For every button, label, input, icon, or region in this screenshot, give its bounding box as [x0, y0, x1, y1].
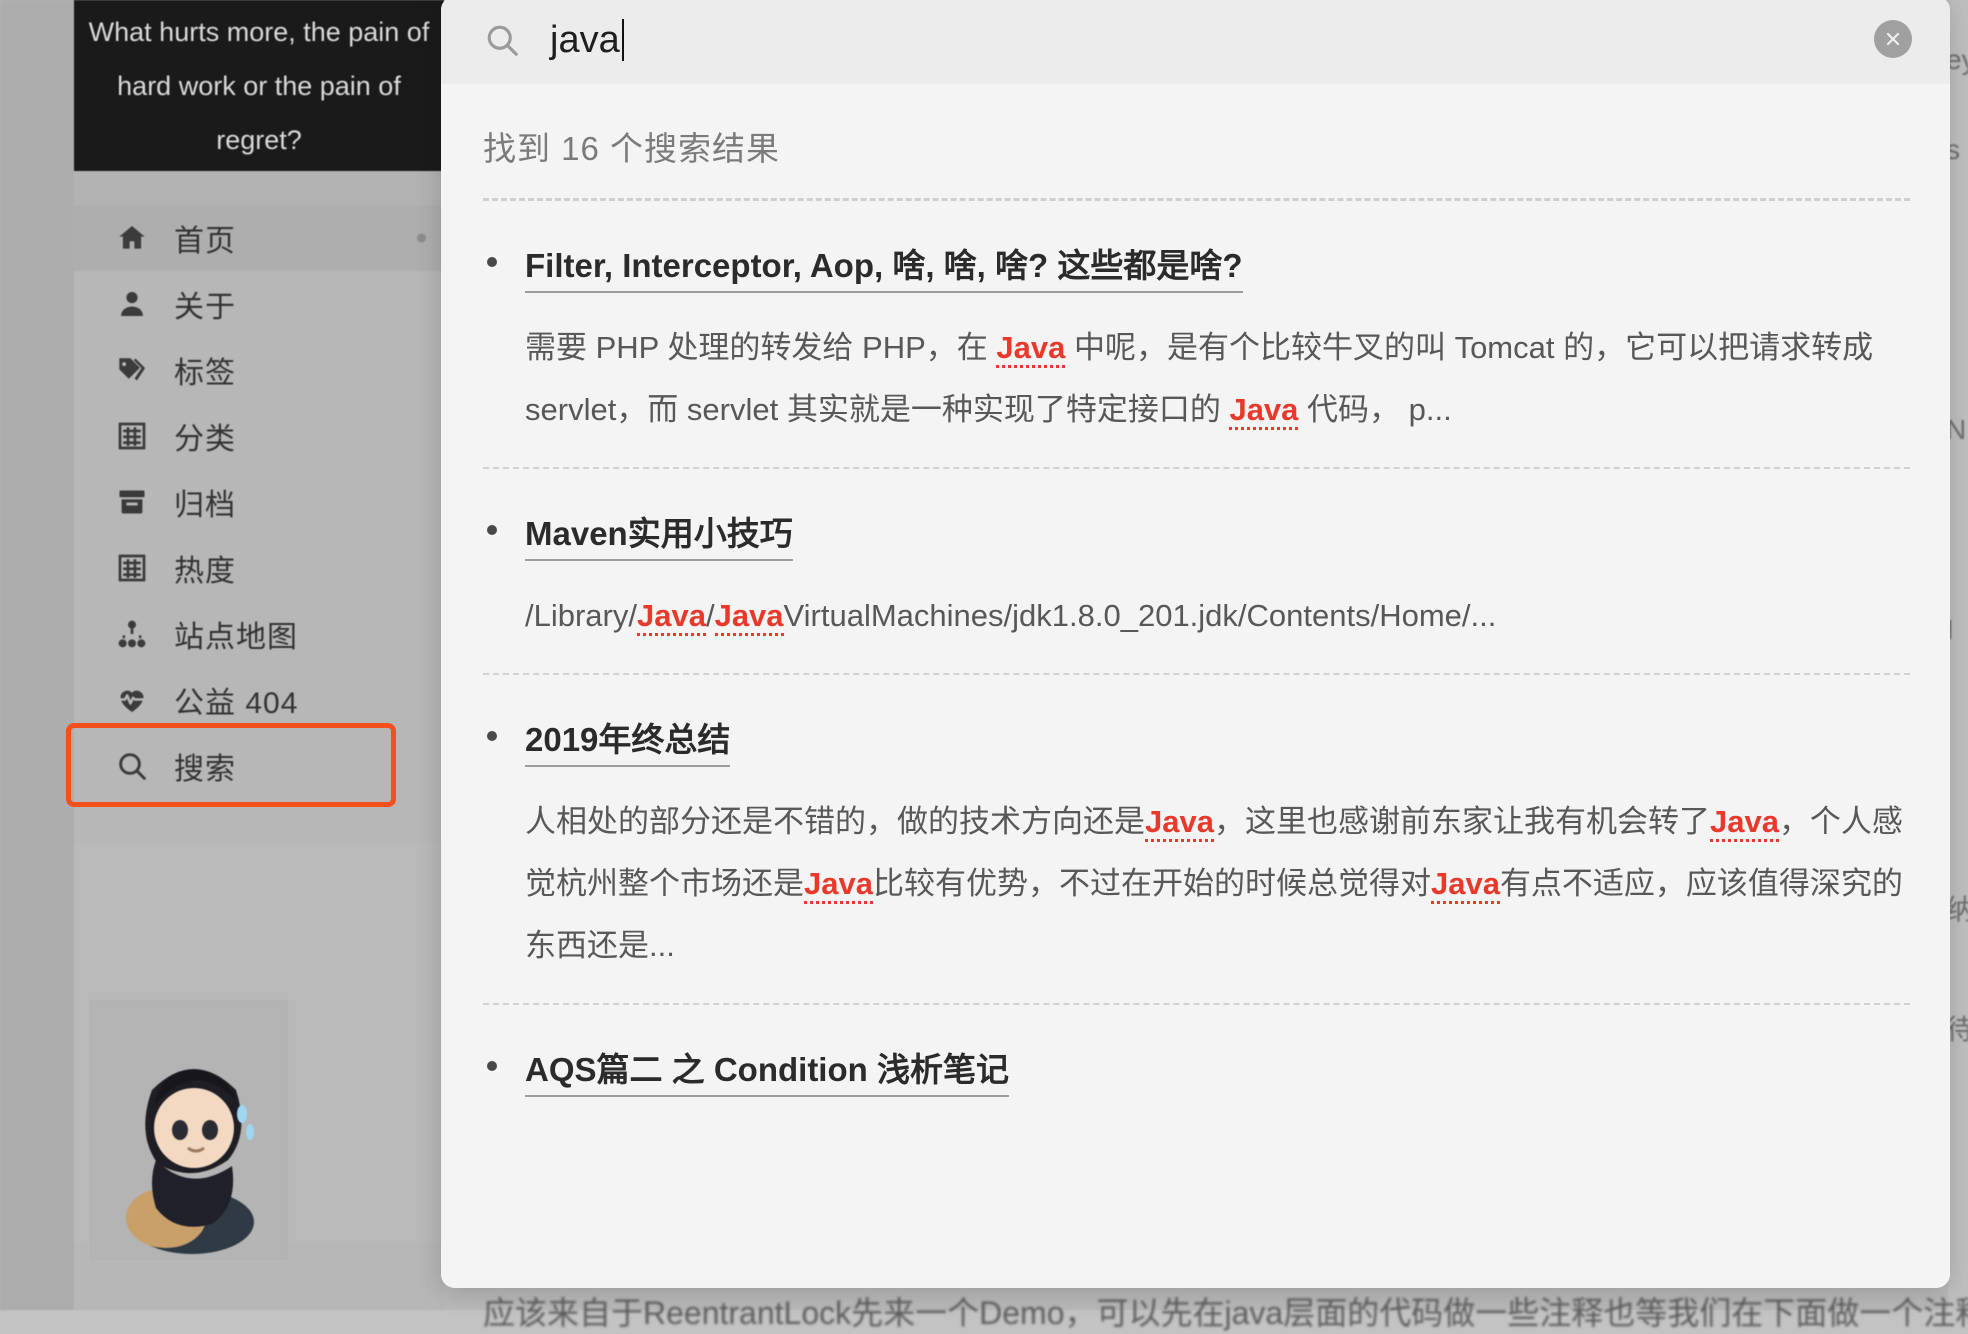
search-input[interactable]: java: [550, 0, 1950, 84]
bullet-icon: [487, 257, 497, 267]
snippet-text: ，这里也感谢前东家让我有机会转了: [1214, 804, 1710, 839]
sidebar-item-label: 关于: [174, 282, 236, 326]
grid-icon: [114, 419, 150, 453]
snippet-text: 需要 PHP 处理的转发给 PHP，在: [525, 330, 996, 365]
search-result-item: AQS篇二 之 Condition 浅析笔记: [483, 1005, 1910, 1091]
sidebar-item-label: 站点地图: [174, 612, 298, 656]
search-result-snippet: 需要 PHP 处理的转发给 PHP，在 Java 中呢，是有个比较牛叉的叫 To…: [525, 317, 1910, 467]
sidebar-item-1[interactable]: 首页: [74, 205, 444, 271]
sidebar-item-7[interactable]: 站点地图: [74, 601, 444, 667]
page-root: What hurts more, the pain of hard work o…: [0, 0, 1968, 1310]
search-results-list: Filter, Interceptor, Aop, 啥, 啥, 啥? 这些都是啥…: [483, 201, 1910, 1091]
search-term-highlight: Java: [1229, 392, 1298, 430]
sidebar-item-label: 归档: [174, 480, 236, 524]
page-gutter: [0, 0, 74, 1310]
avatar-image: [96, 1010, 286, 1260]
search-result-title[interactable]: AQS篇二 之 Condition 浅析笔记: [525, 1051, 1009, 1097]
sidebar-nav-spacer: [74, 171, 444, 205]
home-icon: [114, 221, 150, 255]
sidebar-quote-text: What hurts more, the pain of hard work o…: [74, 5, 444, 167]
sidebar-item-3[interactable]: 标签: [74, 337, 444, 403]
sidebar-nav: 首页关于标签分类归档热度站点地图公益 404 搜索: [74, 205, 444, 799]
sidebar-item-label: 公益 404: [174, 678, 298, 722]
heartbeat-icon: [114, 683, 150, 717]
sidebar-item-label: 分类: [174, 414, 236, 458]
result-count-label: 找到 16 个搜索结果: [483, 84, 1910, 198]
snippet-text: VirtualMachines/jdk1.8.0_201.jdk/Content…: [784, 598, 1497, 633]
sidebar-quote-box: What hurts more, the pain of hard work o…: [74, 0, 444, 171]
snippet-text: 代码， p...: [1298, 392, 1451, 427]
sidebar-item-9[interactable]: 搜索: [74, 733, 444, 799]
search-term-highlight: Java: [1431, 866, 1500, 904]
background-bleed-text: 应该来自于ReentrantLock先来一个Demo，可以先在java层面的代码…: [483, 1288, 1683, 1334]
search-result-title[interactable]: 2019年终总结: [525, 721, 730, 767]
search-result-title[interactable]: Maven实用小技巧: [525, 515, 793, 561]
search-result-item: Filter, Interceptor, Aop, 啥, 啥, 啥? 这些都是啥…: [483, 201, 1910, 469]
snippet-text: 比较有优势，不过在开始的时候总觉得对: [873, 866, 1431, 901]
sidebar-item-label: 首页: [174, 216, 236, 260]
sidebar-item-label: 搜索: [174, 744, 236, 788]
sidebar-item-label: 热度: [174, 546, 236, 590]
search-result-snippet: /Library/Java/JavaVirtualMachines/jdk1.8…: [525, 585, 1910, 673]
close-icon[interactable]: [1874, 20, 1912, 58]
snippet-text: /Library/: [525, 598, 637, 633]
bullet-icon: [487, 731, 497, 741]
grid-icon: [114, 551, 150, 585]
archive-icon: [114, 485, 150, 519]
search-term-highlight: Java: [804, 866, 873, 904]
snippet-text: 人相处的部分还是不错的，做的技术方向还是: [525, 804, 1145, 839]
sidebar-item-8[interactable]: 公益 404: [74, 667, 444, 733]
sidebar-item-6[interactable]: 热度: [74, 535, 444, 601]
sidebar-item-dot: [417, 234, 426, 243]
search-term-highlight: Java: [715, 598, 784, 636]
search-result-snippet: 人相处的部分还是不错的，做的技术方向还是Java，这里也感谢前东家让我有机会转了…: [525, 791, 1910, 1003]
search-term-highlight: Java: [996, 330, 1065, 368]
snippet-text: /: [706, 598, 715, 633]
text-caret: [622, 19, 624, 61]
search-input-value: java: [550, 19, 620, 62]
search-modal-body: 找到 16 个搜索结果 Filter, Interceptor, Aop, 啥,…: [441, 84, 1950, 1288]
search-term-highlight: Java: [1710, 804, 1779, 842]
sidebar-item-4[interactable]: 分类: [74, 403, 444, 469]
search-term-highlight: Java: [1145, 804, 1214, 842]
tag-icon: [114, 353, 150, 387]
search-result-item: 2019年终总结人相处的部分还是不错的，做的技术方向还是Java，这里也感谢前东…: [483, 675, 1910, 1005]
search-term-highlight: Java: [637, 598, 706, 636]
sitemap-icon: [114, 617, 150, 651]
search-icon: [484, 22, 520, 58]
sidebar-item-2[interactable]: 关于: [74, 271, 444, 337]
bullet-icon: [487, 1061, 497, 1071]
sidebar-item-label: 标签: [174, 348, 236, 392]
search-result-item: Maven实用小技巧/Library/Java/JavaVirtualMachi…: [483, 469, 1910, 675]
search-modal-header: java: [441, 0, 1950, 84]
bullet-icon: [487, 525, 497, 535]
search-icon: [114, 749, 150, 783]
search-modal: java 找到 16 个搜索结果 Filter, Interceptor, Ao…: [441, 0, 1950, 1288]
person-icon: [114, 287, 150, 321]
search-result-title[interactable]: Filter, Interceptor, Aop, 啥, 啥, 啥? 这些都是啥…: [525, 247, 1243, 293]
sidebar-item-5[interactable]: 归档: [74, 469, 444, 535]
